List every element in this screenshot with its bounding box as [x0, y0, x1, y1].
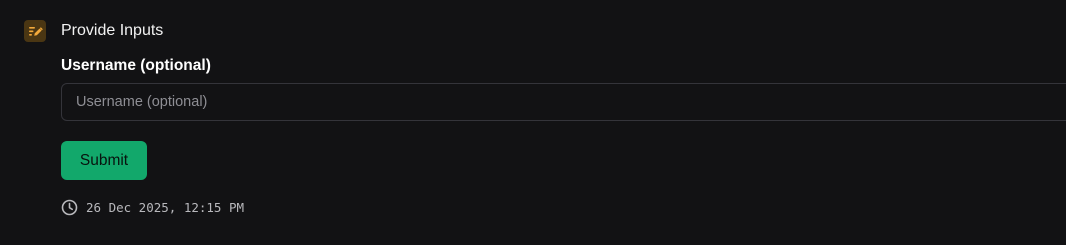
- submit-button[interactable]: Submit: [61, 141, 147, 180]
- timestamp-row: 26 Dec 2025, 12:15 PM: [61, 198, 244, 216]
- clock-icon: [61, 199, 78, 216]
- username-label: Username (optional): [61, 57, 211, 74]
- provide-inputs-card: Provide Inputs Username (optional) Submi…: [0, 0, 1066, 245]
- step-title: Provide Inputs: [61, 22, 164, 39]
- username-input[interactable]: [61, 83, 1066, 121]
- edit-form-icon: [24, 20, 46, 42]
- timestamp: 26 Dec 2025, 12:15 PM: [86, 199, 245, 215]
